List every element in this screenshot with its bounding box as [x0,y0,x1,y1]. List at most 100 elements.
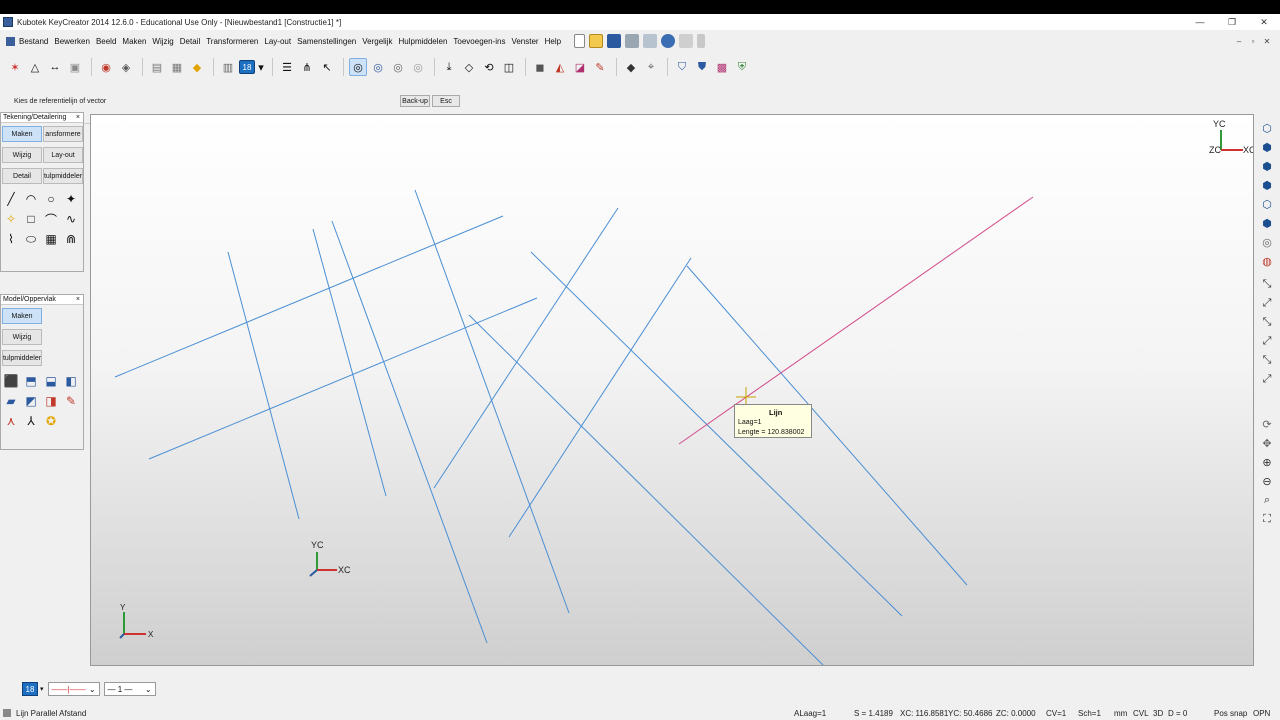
triangle-icon[interactable]: △ [26,58,44,76]
curve-tool-icon[interactable]: ∿ [63,211,79,227]
linetype-dropdown[interactable]: ——|—— ⌄ [47,682,100,696]
freeform-tool-icon[interactable]: ⌇ [3,231,19,247]
model-palette-close-icon[interactable]: × [76,296,80,303]
arrow-tool-icon[interactable]: ⤓ [440,58,458,76]
render-cube-icon[interactable]: ◈ [117,58,135,76]
drawing-palette-close-icon[interactable]: × [76,114,80,121]
draft-icon[interactable]: ⋏ [3,413,19,429]
view-front-icon[interactable]: ◎ [369,58,387,76]
hatch-tool-icon[interactable]: ▦ [43,231,59,247]
layer-selector[interactable]: 18 [22,682,38,696]
solid-edit-icon[interactable]: ◭ [551,58,569,76]
geometry-line[interactable] [530,251,903,617]
drawing-transformeren-button[interactable]: ansformere [43,126,83,142]
model-maken-button[interactable]: Maken [2,308,42,324]
boolean-icon[interactable]: ◪ [571,58,589,76]
view-axis-4-icon[interactable]: ⤢ [1259,333,1275,349]
save-icon[interactable] [607,34,622,48]
geometry-line[interactable] [148,297,538,460]
spline-tool-icon[interactable]: ⌒ [43,211,59,227]
view-front-cube-icon[interactable]: ⬢ [1259,139,1275,155]
status-units[interactable]: mm [1114,709,1127,718]
view-left-cube-icon[interactable]: ⬡ [1259,196,1275,212]
redo-icon[interactable] [679,34,694,48]
minimize-button[interactable]: — [1184,14,1216,30]
ellipse-tool-icon[interactable]: ⬭ [23,231,39,247]
linewidth-dropdown[interactable]: — 1 — ⌄ [103,682,156,696]
zoom-extents-icon[interactable]: ⛶ [1259,511,1275,527]
view-iso-icon[interactable]: ◎ [409,58,427,76]
arc-tool-icon[interactable]: ◠ [23,191,39,207]
geometry-line[interactable] [433,207,619,489]
select-point-icon[interactable]: ✶ [6,58,24,76]
grid-pattern-icon[interactable]: ▩ [713,58,731,76]
drawing-canvas[interactable]: YC XC Y X YC XC ZC [91,115,1254,666]
geometry-line[interactable] [508,257,692,538]
print-icon[interactable] [625,34,640,48]
shield-icon[interactable]: ⛉ [673,58,691,76]
box-select-icon[interactable]: ▣ [66,58,84,76]
drawing-detail-button[interactable]: Detail [2,168,42,184]
zoom-in-icon[interactable]: ⊕ [1259,454,1275,470]
geometry-line[interactable] [414,189,570,614]
document-icon[interactable] [6,36,15,46]
view-top-icon[interactable]: ◎ [349,58,367,76]
rectangle-tool-icon[interactable]: □ [23,211,39,227]
status-depth[interactable]: D = 0 [1168,709,1187,718]
menu-maken[interactable]: Maken [122,37,146,46]
list-icon[interactable]: ☰ [278,58,296,76]
shield-color-icon[interactable]: ⛨ [733,58,751,76]
backup-button[interactable]: Back-up [400,95,430,107]
menu-venster[interactable]: Venster [511,37,538,46]
view-right-cube-icon[interactable]: ⬢ [1259,215,1275,231]
geometry-line[interactable] [468,314,825,666]
drawing-wijzig-button[interactable]: Wijzig [2,147,42,163]
restore-button[interactable]: ❐ [1216,14,1248,30]
pointer-icon[interactable]: ↖ [318,58,336,76]
view-axis-1-icon[interactable]: ⤡ [1259,276,1275,292]
undo-icon[interactable] [661,34,676,48]
circle-tool-icon[interactable]: ○ [43,191,59,207]
extrude-icon[interactable]: ⬒ [23,373,39,389]
pan-icon[interactable]: ✥ [1259,435,1275,451]
extra-icon[interactable] [697,34,706,48]
model-wijzig-button[interactable]: Wijzig [2,329,42,345]
menu-vergelijk[interactable]: Vergelijk [362,37,392,46]
dynamic-rotate-icon[interactable]: ⟳ [1259,416,1275,432]
geometry-line[interactable] [114,215,504,378]
status-mode[interactable]: 3D [1153,709,1163,718]
graphics-viewport[interactable]: YC XC Y X YC XC ZC [90,114,1254,666]
status-active-layer[interactable]: ALaag=1 [794,709,826,718]
menu-detail[interactable]: Detail [180,37,200,46]
geometry-line[interactable] [331,220,488,644]
measure-icon[interactable]: ◫ [500,58,518,76]
surface-tool-icon[interactable]: ⌖ [642,58,660,76]
menu-toevoegen-ins[interactable]: Toevoegen-ins [453,37,505,46]
esc-button[interactable]: Esc [432,95,460,107]
geometry-line[interactable] [227,251,300,520]
polyline-tool-icon[interactable]: ✧ [3,211,19,227]
transform-icon[interactable]: ⟲ [480,58,498,76]
view-bottom-cube-icon[interactable]: ⬢ [1259,177,1275,193]
tree-icon[interactable]: ⋔ [298,58,316,76]
color-cube-icon[interactable]: ◆ [188,58,206,76]
status-opn[interactable]: OPN [1253,709,1270,718]
view-axis-2-icon[interactable]: ⤢ [1259,295,1275,311]
line-tool-icon[interactable]: ╱ [3,191,19,207]
view-axis-6-icon[interactable]: ⤢ [1259,371,1275,387]
shield-edit-icon[interactable]: ⛊ [693,58,711,76]
view-axis-5-icon[interactable]: ⤡ [1259,352,1275,368]
menu-bestand[interactable]: Bestand [19,37,48,46]
box-solid-icon[interactable]: ⬛ [3,373,19,389]
menu-wijzig[interactable]: Wijzig [152,37,173,46]
point-tool-icon[interactable]: ✦ [63,191,79,207]
highlighted-line[interactable] [678,196,1034,445]
status-pos-snap[interactable]: Pos snap [1214,709,1247,718]
view-iso-icon[interactable]: ◎ [1259,234,1275,250]
geometry-line[interactable] [686,265,968,586]
surface-icon[interactable]: ◆ [622,58,640,76]
menu-help[interactable]: Help [545,37,561,46]
status-cvl[interactable]: CVL [1133,709,1149,718]
offset-tool-icon[interactable]: ⋒ [63,231,79,247]
view-axis-3-icon[interactable]: ⤡ [1259,314,1275,330]
